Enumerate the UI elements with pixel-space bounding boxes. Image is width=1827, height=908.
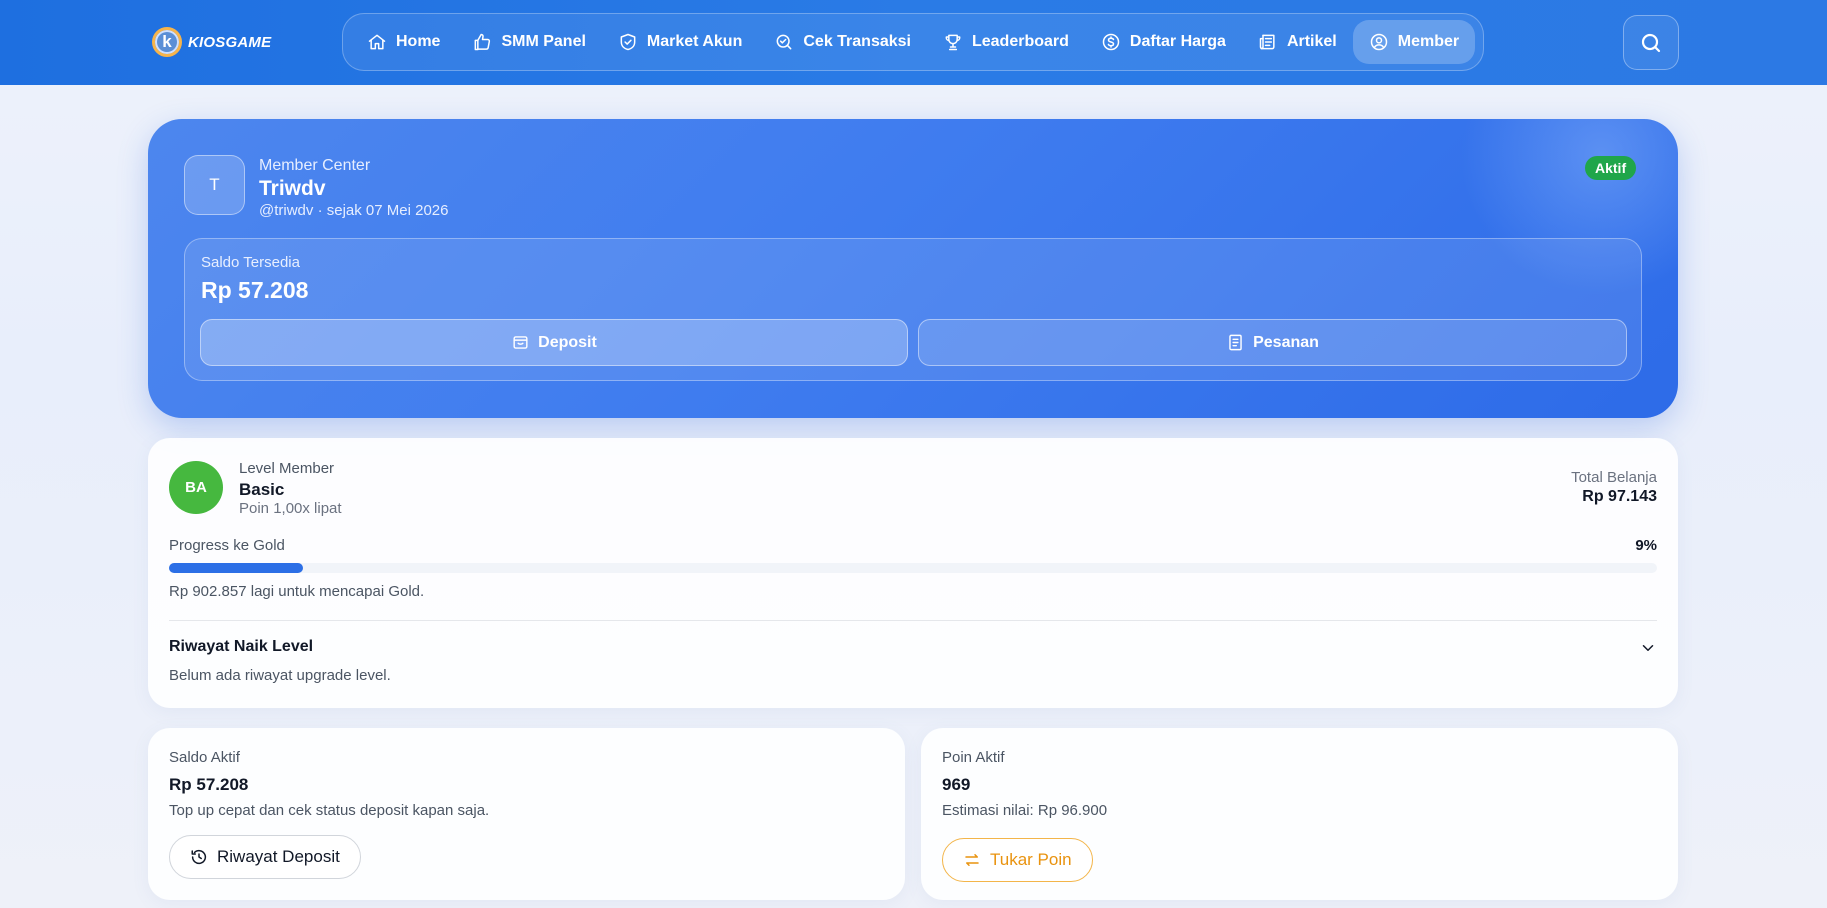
trophy-icon bbox=[945, 34, 961, 51]
progress-percent: 9% bbox=[1635, 537, 1657, 554]
level-history-toggle[interactable]: Riwayat Naik Level bbox=[169, 638, 313, 656]
divider bbox=[169, 620, 1657, 621]
nav-item-label: Daftar Harga bbox=[1129, 33, 1226, 50]
nav-item-label: Cek Transaksi bbox=[803, 33, 911, 50]
nav-item-cek-transaksi[interactable]: Cek Transaksi bbox=[758, 20, 927, 64]
balance-label: Saldo Tersedia bbox=[201, 254, 300, 271]
swap-icon bbox=[965, 854, 979, 866]
avatar: T bbox=[184, 155, 245, 215]
history-icon bbox=[191, 849, 207, 865]
total-spend-value: Rp 97.143 bbox=[1582, 488, 1657, 505]
newspaper-icon bbox=[1259, 34, 1275, 50]
saldo-label: Saldo Aktif bbox=[169, 749, 240, 766]
nav-item-home[interactable]: Home bbox=[351, 20, 456, 64]
member-name: Triwdv bbox=[259, 177, 326, 200]
shield-check-icon bbox=[620, 33, 636, 51]
level-name: Basic bbox=[239, 480, 285, 499]
balance-value: Rp 57.208 bbox=[201, 277, 309, 303]
chevron-down-icon[interactable] bbox=[1639, 639, 1657, 657]
nav-item-label: Market Akun bbox=[646, 33, 743, 50]
nav-item-daftar-harga[interactable]: Daftar Harga bbox=[1085, 20, 1242, 64]
section-label: Member Center bbox=[259, 157, 371, 174]
home-icon bbox=[368, 34, 386, 50]
saldo-card: Saldo Aktif Rp 57.208 Top up cepat dan c… bbox=[148, 728, 905, 900]
member-meta: @triwdv · sejak 07 Mei 2026 bbox=[259, 202, 449, 219]
search-check-icon bbox=[776, 34, 792, 50]
redeem-points-button[interactable]: Tukar Poin bbox=[942, 838, 1093, 882]
deposit-history-label: Riwayat Deposit bbox=[217, 847, 340, 866]
thumbs-up-icon bbox=[475, 33, 491, 51]
nav-item-market-akun[interactable]: Market Akun bbox=[602, 20, 758, 64]
level-label: Level Member bbox=[239, 460, 335, 477]
poin-note: Estimasi nilai: Rp 96.900 bbox=[942, 802, 1108, 819]
logo-text: KIOSGAME bbox=[188, 33, 272, 51]
nav-item-leaderboard[interactable]: Leaderboard bbox=[927, 20, 1085, 64]
deposit-history-button[interactable]: Riwayat Deposit bbox=[169, 835, 361, 879]
level-card: BA Level Member Basic Poin 1,00x lipat T… bbox=[148, 438, 1678, 708]
nav-item-member[interactable]: Member bbox=[1352, 20, 1476, 64]
progress-fill bbox=[169, 563, 303, 573]
level-history-empty: Belum ada riwayat upgrade level. bbox=[169, 667, 391, 684]
level-badge: BA bbox=[169, 461, 223, 514]
top-navbar: k KIOSGAME Home SMM Panel Market Akun Ce… bbox=[0, 0, 1827, 85]
poin-label: Poin Aktif bbox=[942, 749, 1005, 766]
saldo-value: Rp 57.208 bbox=[169, 775, 249, 794]
wallet-icon bbox=[513, 336, 528, 349]
user-circle-icon bbox=[1370, 33, 1387, 51]
status-badge: Aktif bbox=[1585, 156, 1637, 180]
progress-bar bbox=[169, 563, 1657, 573]
search-icon bbox=[1641, 33, 1661, 52]
poin-card: Poin Aktif 969 Estimasi nilai: Rp 96.900… bbox=[921, 728, 1678, 900]
orders-button[interactable]: Pesanan bbox=[918, 319, 1627, 366]
nav-item-artikel[interactable]: Artikel bbox=[1242, 20, 1353, 64]
brand-logo[interactable]: k KIOSGAME bbox=[152, 26, 271, 58]
progress-note: Rp 902.857 lagi untuk mencapai Gold. bbox=[169, 583, 425, 600]
orders-label: Pesanan bbox=[1253, 333, 1319, 351]
nav-item-label: Artikel bbox=[1286, 33, 1337, 50]
level-multiplier: Poin 1,00x lipat bbox=[239, 500, 342, 517]
total-spend-label: Total Belanja bbox=[1571, 469, 1657, 486]
nav-item-label: Leaderboard bbox=[971, 33, 1069, 50]
main-nav: Home SMM Panel Market Akun Cek Transaksi… bbox=[342, 13, 1484, 71]
nav-item-label: Home bbox=[396, 33, 441, 50]
receipt-icon bbox=[1229, 334, 1242, 351]
nav-item-label: SMM Panel bbox=[501, 33, 586, 50]
redeem-points-label: Tukar Poin bbox=[990, 850, 1072, 869]
saldo-note: Top up cepat dan cek status deposit kapa… bbox=[169, 802, 490, 819]
search-button[interactable] bbox=[1623, 15, 1679, 70]
dollar-circle-icon bbox=[1102, 33, 1120, 51]
logo-mark: k bbox=[152, 27, 182, 57]
deposit-label: Deposit bbox=[538, 333, 597, 351]
nav-item-label: Member bbox=[1397, 33, 1460, 50]
nav-item-smm-panel[interactable]: SMM Panel bbox=[456, 20, 601, 64]
deposit-button[interactable]: Deposit bbox=[200, 319, 908, 366]
balance-box: Saldo Tersedia Rp 57.208 Deposit Pesanan bbox=[184, 238, 1642, 381]
poin-value: 969 bbox=[942, 775, 971, 794]
progress-label: Progress ke Gold bbox=[169, 537, 285, 554]
member-center-card: T Member Center Triwdv @triwdv · sejak 0… bbox=[148, 119, 1678, 418]
